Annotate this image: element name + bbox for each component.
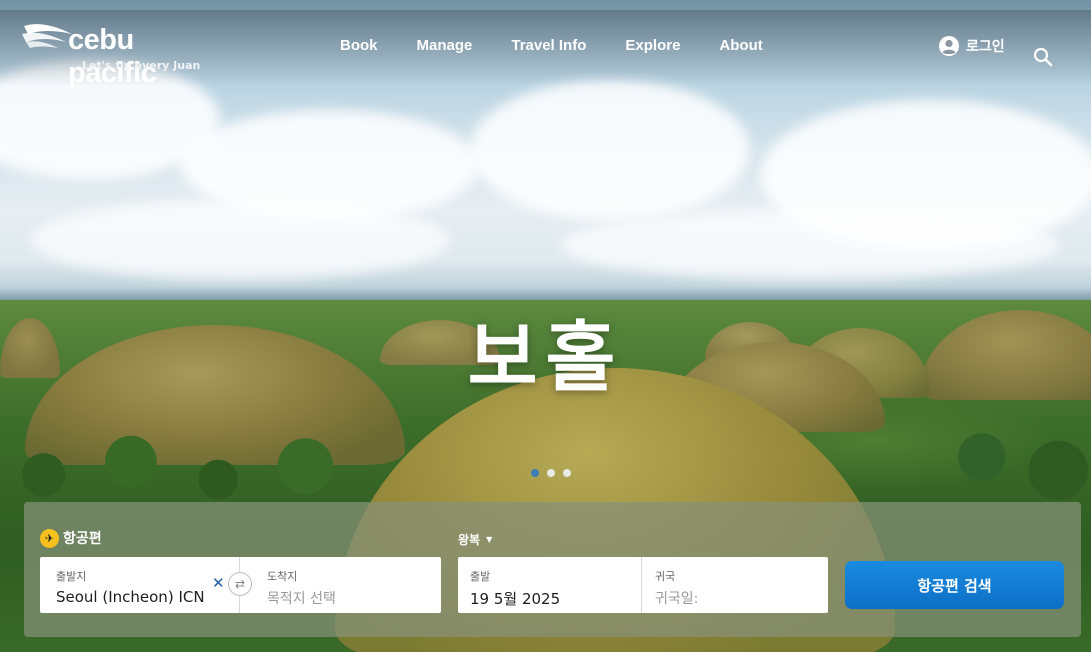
depart-value: 19 5월 2025 — [470, 590, 561, 608]
hero-destination-title: 보홀 — [467, 313, 624, 402]
caret-down-icon: ▼ — [486, 535, 493, 544]
trip-type-dropdown[interactable]: 왕복 ▼ — [458, 531, 492, 548]
return-placeholder: 귀국일: — [655, 591, 699, 607]
airplane-icon: ✈ — [40, 528, 59, 548]
carousel-dot-2[interactable] — [547, 469, 555, 477]
destination-field[interactable]: 도착지 목적지 선택 — [240, 557, 441, 613]
login-button[interactable]: 로그인 — [938, 35, 1005, 57]
cebu-pacific-logo[interactable]: cebu pacific Let's fly every Juan — [22, 18, 222, 89]
search-flights-button[interactable]: 항공편 검색 — [845, 561, 1064, 609]
nav-about[interactable]: About — [719, 37, 762, 54]
cloud — [30, 200, 450, 280]
booking-panel: ✈ 항공편 왕복 ▼ 출발지 Seoul (Incheon) ICN ✕ ⇄ 도… — [24, 502, 1081, 637]
destination-label: 도착지 — [267, 570, 298, 583]
tab-flights-label: 항공편 — [63, 531, 102, 547]
close-icon[interactable]: ✕ — [212, 574, 225, 592]
route-fields: 출발지 Seoul (Incheon) ICN ✕ ⇄ 도착지 목적지 선택 — [40, 557, 441, 613]
logo-tagline: Let's fly every Juan — [82, 59, 201, 72]
cloud — [560, 210, 1060, 280]
origin-field[interactable]: 출발지 Seoul (Incheon) ICN ✕ — [40, 557, 240, 613]
return-date-field[interactable]: 귀국 귀국일: — [642, 557, 828, 613]
carousel-indicators — [531, 469, 571, 477]
user-circle-icon — [939, 36, 959, 56]
nav-travel-info[interactable]: Travel Info — [511, 37, 586, 54]
logo-wordmark: cebu pacific — [68, 24, 157, 89]
destination-placeholder: 목적지 선택 — [267, 591, 336, 607]
carousel-dot-1[interactable] — [531, 469, 539, 477]
login-label: 로그인 — [966, 39, 1005, 55]
nav-book[interactable]: Book — [340, 37, 378, 54]
carousel-dot-3[interactable] — [563, 469, 571, 477]
nav-manage[interactable]: Manage — [417, 37, 473, 54]
trip-type-label: 왕복 — [458, 533, 481, 547]
site-header: cebu pacific Let's fly every Juan Book M… — [0, 0, 1091, 89]
depart-date-field[interactable]: 출발 19 5월 2025 — [458, 557, 642, 613]
main-nav: Book Manage Travel Info Explore About — [340, 37, 802, 54]
search-icon[interactable] — [1032, 46, 1054, 68]
wing-logo-icon — [22, 24, 72, 48]
return-label: 귀국 — [655, 570, 676, 583]
tab-flights[interactable]: ✈ 항공편 — [40, 528, 102, 548]
date-fields: 출발 19 5월 2025 귀국 귀국일: — [458, 557, 828, 613]
cloud — [470, 80, 750, 220]
nav-explore[interactable]: Explore — [625, 37, 680, 54]
depart-label: 출발 — [470, 570, 491, 583]
